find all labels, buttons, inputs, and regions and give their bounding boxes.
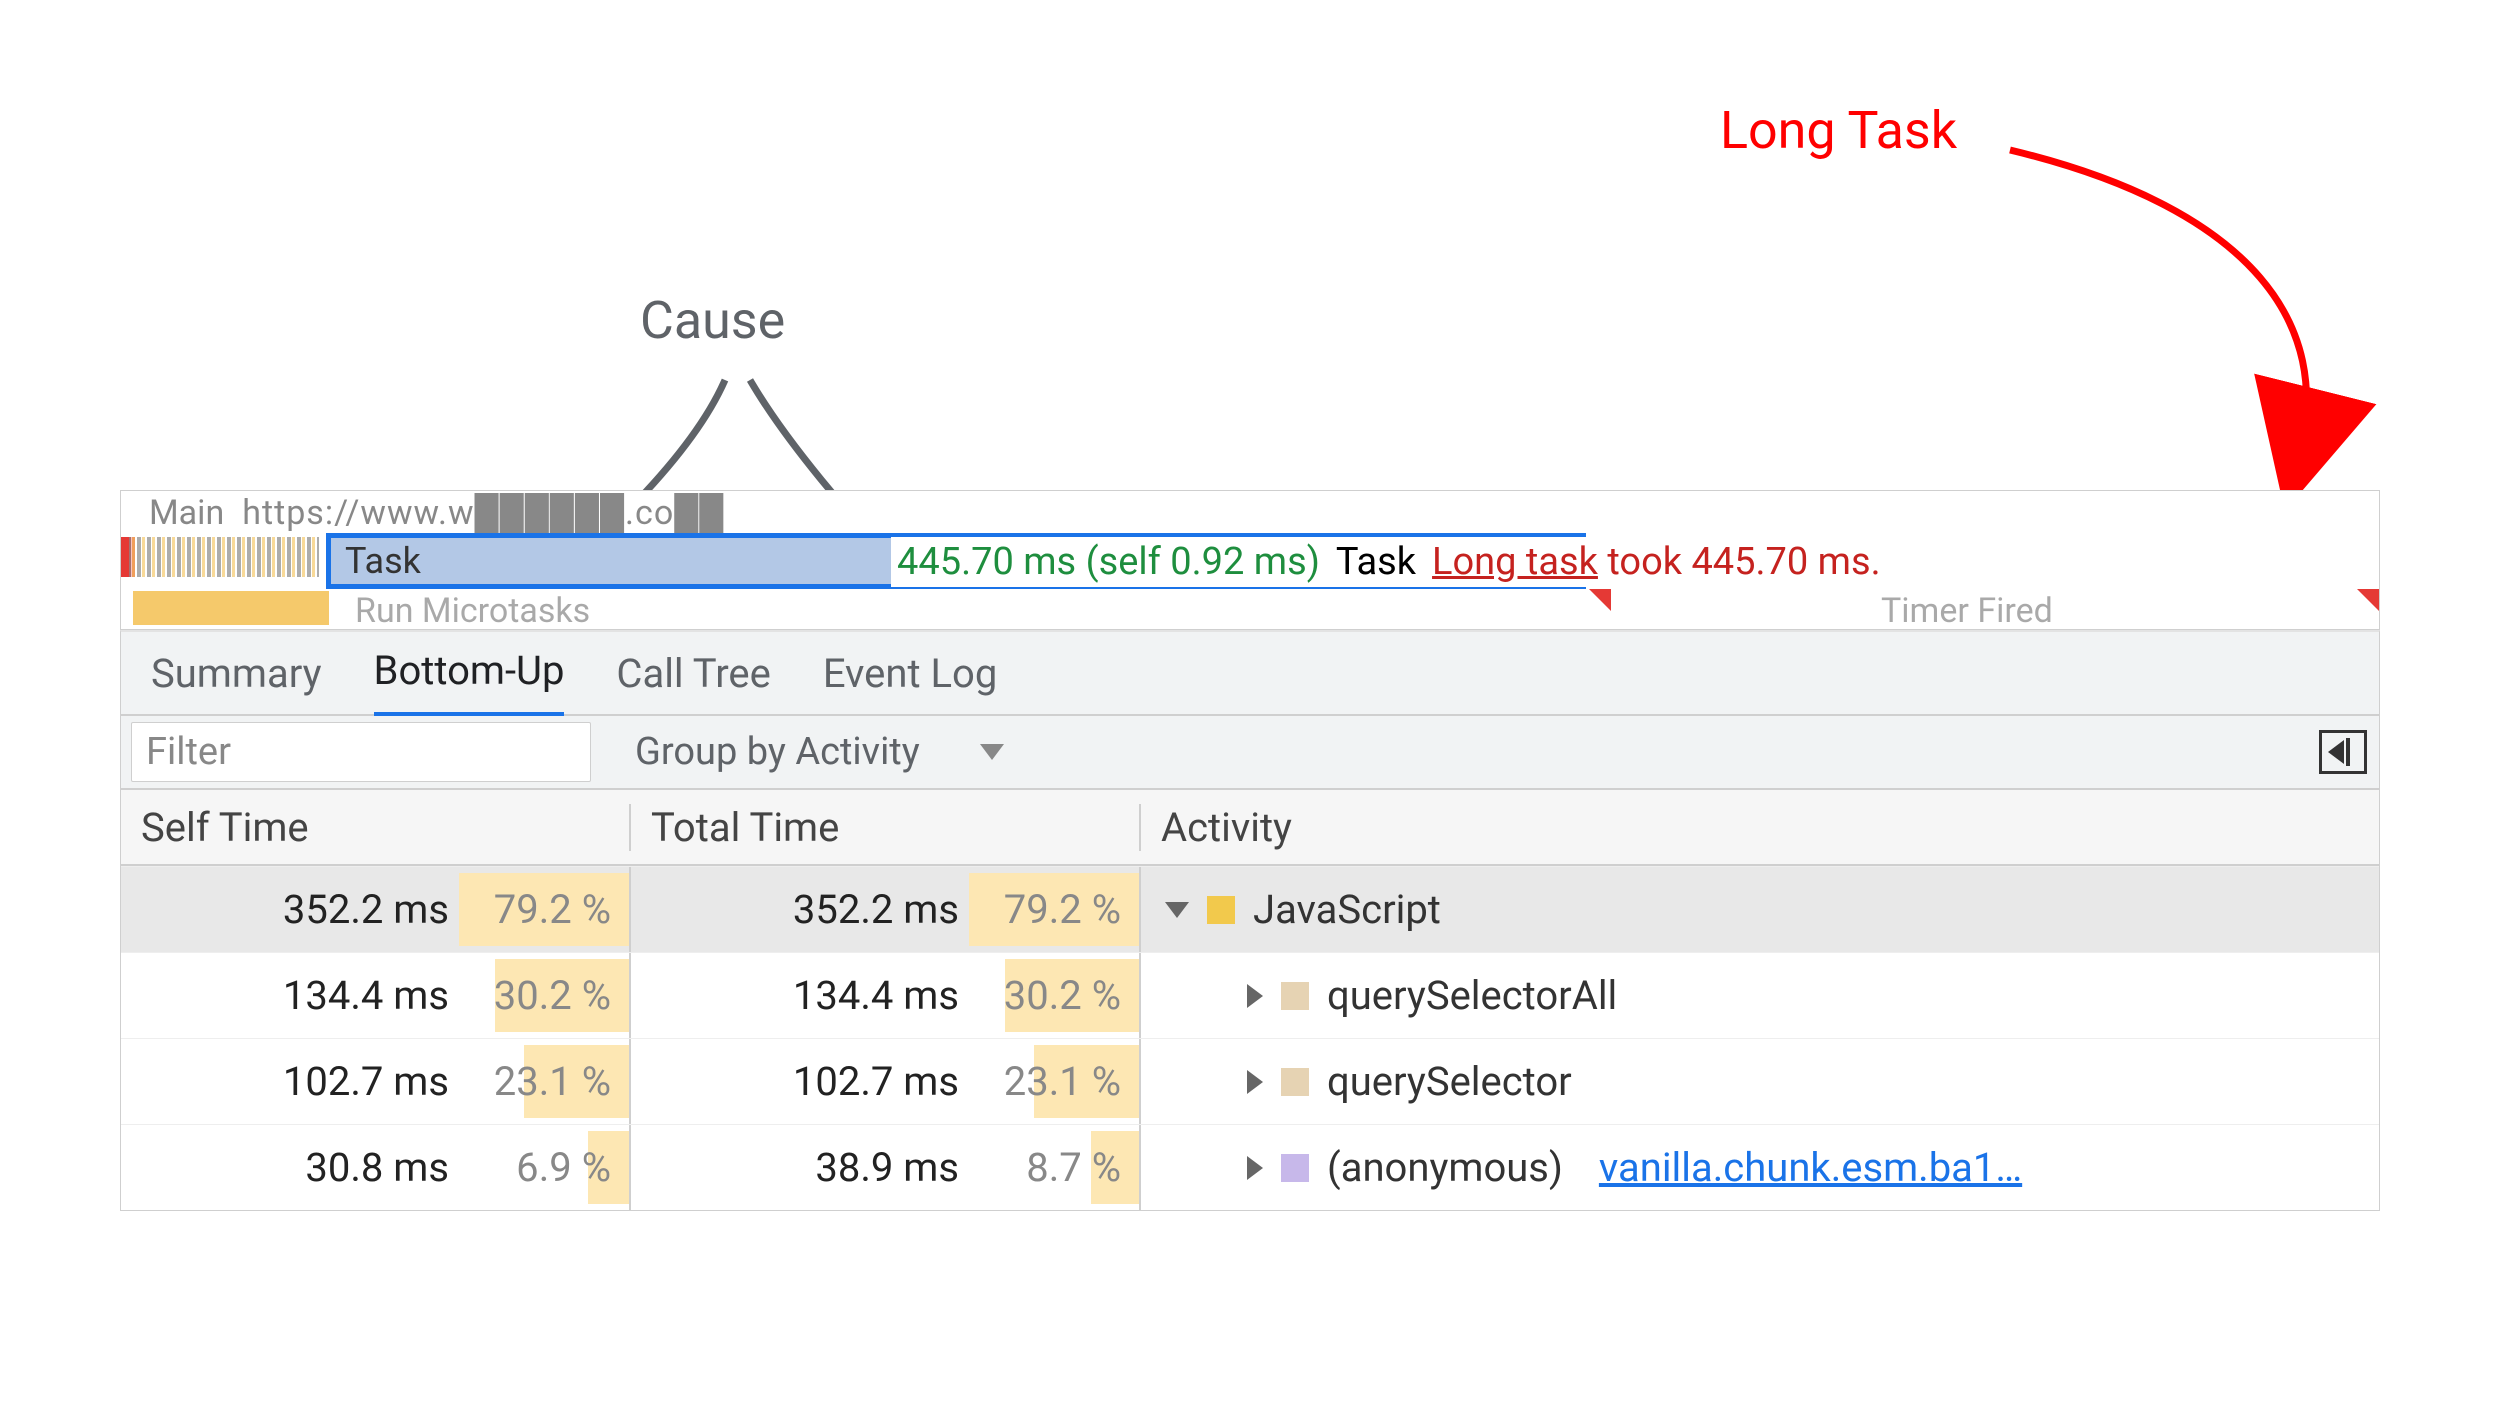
disclosure-triangle-icon[interactable] (1247, 984, 1263, 1008)
time-ms: 102.7 ms (759, 1058, 959, 1105)
disclosure-triangle-icon[interactable] (1247, 1070, 1263, 1094)
time-pct: 8.7 % (959, 1144, 1139, 1191)
time-ms: 134.4 ms (759, 972, 959, 1019)
column-self-time[interactable]: Self Time (121, 804, 631, 851)
time-ms: 352.2 ms (759, 886, 959, 933)
disclosure-triangle-icon[interactable] (1247, 1156, 1263, 1180)
time-pct: 23.1 % (449, 1058, 629, 1105)
timeline-main-label: Main (149, 493, 224, 533)
activity-name: (anonymous) (1327, 1144, 1563, 1191)
long-task-triangle (2357, 589, 2379, 611)
task-tooltip: 445.70 ms (self 0.92 ms) Task Long task … (891, 537, 1887, 587)
time-pct: 30.2 % (959, 972, 1139, 1019)
chevron-down-icon (980, 744, 1004, 760)
task-time: 445.70 ms (self 0.92 ms) (897, 540, 1320, 584)
activity-cell: querySelectorAll (1141, 953, 2379, 1038)
triangle-left-icon (2328, 740, 2344, 764)
disclosure-triangle-icon[interactable] (1165, 902, 1189, 918)
task-block-label: Task (345, 540, 421, 582)
activity-swatch (1281, 1068, 1309, 1096)
filter-input[interactable]: Filter (131, 722, 591, 782)
activity-cell: JavaScript (1141, 867, 2379, 952)
activity-swatch (1207, 896, 1235, 924)
tab-event-log[interactable]: Event Log (823, 650, 997, 715)
heaviest-stack-toggle[interactable] (2319, 730, 2367, 774)
activity-swatch (1281, 1154, 1309, 1182)
tab-summary[interactable]: Summary (151, 650, 322, 715)
activity-name: JavaScript (1253, 886, 1441, 933)
activity-cell: querySelector (1141, 1039, 2379, 1124)
bottom-up-table-body: 352.2 ms79.2 %352.2 ms79.2 %JavaScript13… (121, 866, 2379, 1210)
timeline-yellow-track (133, 591, 329, 625)
time-pct: 79.2 % (449, 886, 629, 933)
table-row[interactable]: 352.2 ms79.2 %352.2 ms79.2 %JavaScript (121, 866, 2379, 952)
time-ms: 352.2 ms (249, 886, 449, 933)
activity-name: querySelectorAll (1327, 972, 1617, 1019)
tab-bottom-up[interactable]: Bottom-Up (374, 647, 565, 717)
timeline-strip[interactable]: Main https://www.w██████.co██ Task 445.7… (120, 490, 2380, 630)
time-pct: 79.2 % (959, 886, 1139, 933)
time-pct: 30.2 % (449, 972, 629, 1019)
group-by-select[interactable]: Group by Activity (605, 730, 1004, 774)
time-ms: 102.7 ms (249, 1058, 449, 1105)
timeline-frames (129, 537, 319, 577)
annotation-long-task: Long Task (1720, 100, 1957, 161)
time-ms: 134.4 ms (249, 972, 449, 1019)
time-pct: 23.1 % (959, 1058, 1139, 1105)
table-row[interactable]: 30.8 ms6.9 %38.9 ms8.7 %(anonymous) vani… (121, 1124, 2379, 1210)
timeline-url: https://www.w██████.co██ (242, 493, 724, 533)
microtasks-block[interactable]: Run Microtasks (355, 591, 590, 631)
annotation-cause: Cause (640, 290, 785, 351)
time-pct: 6.9 % (449, 1144, 629, 1191)
column-activity[interactable]: Activity (1141, 804, 2379, 851)
time-ms: 30.8 ms (249, 1144, 449, 1191)
activity-name: querySelector (1327, 1058, 1572, 1105)
tab-call-tree[interactable]: Call Tree (616, 650, 770, 715)
source-link[interactable]: vanilla.chunk.esm.ba1… (1599, 1144, 2022, 1191)
table-row[interactable]: 102.7 ms23.1 %102.7 ms23.1 %querySelecto… (121, 1038, 2379, 1124)
details-tabs: Summary Bottom-Up Call Tree Event Log (121, 632, 2379, 716)
long-task-warning: Long task took 445.70 ms. (1432, 540, 1881, 584)
activity-cell: (anonymous) vanilla.chunk.esm.ba1… (1141, 1125, 2379, 1210)
task-name: Task (1336, 540, 1416, 584)
timer-fired-block[interactable]: Timer Fired (1881, 591, 2053, 631)
column-total-time[interactable]: Total Time (631, 804, 1141, 851)
activity-swatch (1281, 982, 1309, 1010)
long-task-triangle (1589, 589, 1611, 611)
group-by-label: Group by Activity (635, 730, 920, 774)
table-row[interactable]: 134.4 ms30.2 %134.4 ms30.2 %querySelecto… (121, 952, 2379, 1038)
time-ms: 38.9 ms (759, 1144, 959, 1191)
